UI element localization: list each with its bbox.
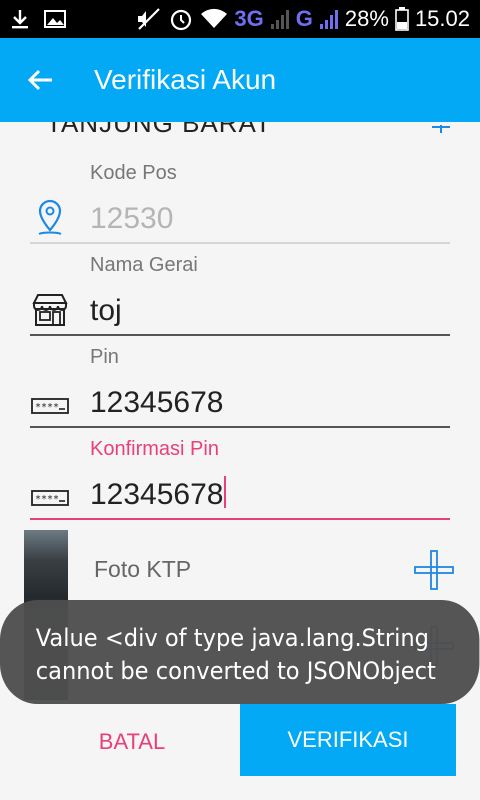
pin-field[interactable]: Pin **** 12345678	[30, 346, 450, 428]
confirm-pin-input[interactable]: 12345678	[90, 476, 227, 512]
mute-icon	[136, 7, 162, 31]
id-photo-label: Foto KTP	[94, 556, 192, 582]
store-name-underline	[30, 334, 450, 336]
action-bar: BATAL VERIFIKASI	[0, 700, 480, 800]
password-icon: ****	[30, 386, 70, 426]
battery-icon	[395, 7, 409, 31]
postal-code-field[interactable]: Kode Pos 12530	[30, 162, 450, 244]
store-name-input[interactable]: toj	[90, 294, 122, 328]
pin-underline	[30, 426, 450, 428]
pin-input[interactable]: 12345678	[90, 386, 223, 420]
plus-icon	[414, 550, 454, 590]
signal-icon	[270, 8, 290, 30]
svg-text:****: ****	[35, 494, 59, 505]
verify-button[interactable]: VERIFIKASI	[240, 704, 456, 776]
confirm-pin-label: Konfirmasi Pin	[90, 438, 219, 460]
network-g: G	[295, 6, 313, 31]
battery-percent: 28%	[344, 6, 389, 31]
page-title: Verifikasi Akun	[94, 64, 277, 95]
pin-label: Pin	[90, 346, 119, 368]
alarm-icon	[168, 6, 194, 32]
address-field-value: TANJUNG BARAT	[46, 122, 272, 138]
arrow-back-icon[interactable]	[28, 69, 54, 91]
text-cursor	[224, 476, 227, 508]
confirm-pin-field[interactable]: Konfirmasi Pin **** 12345678	[30, 438, 450, 520]
cancel-button[interactable]: BATAL	[40, 708, 224, 776]
signal-icon	[319, 8, 339, 30]
add-id-photo-button[interactable]	[414, 550, 454, 590]
status-bar: 3G G 28% 15.02	[0, 0, 480, 38]
location-pin-icon	[30, 198, 70, 238]
toast-line-2: cannot be converted to JSONObject	[35, 657, 436, 685]
postal-code-underline	[30, 242, 450, 244]
svg-text:****: ****	[35, 402, 59, 413]
download-icon	[10, 8, 30, 30]
network-3g: 3G	[234, 6, 264, 31]
confirm-pin-underline	[30, 518, 450, 520]
plus-icon[interactable]	[432, 122, 450, 140]
store-name-field[interactable]: Nama Gerai toj	[30, 254, 450, 336]
error-toast: Value <div of type java.lang.String cann…	[0, 600, 480, 704]
toast-line-1: Value <div of type java.lang.String	[35, 624, 429, 652]
confirm-pin-value: 12345678	[90, 478, 224, 511]
image-icon	[44, 9, 66, 29]
app-bar: Verifikasi Akun	[0, 38, 480, 122]
password-icon: ****	[30, 478, 70, 518]
postal-code-input[interactable]: 12530	[90, 202, 173, 236]
postal-code-label: Kode Pos	[90, 162, 177, 184]
wifi-icon	[200, 8, 228, 30]
store-name-label: Nama Gerai	[90, 254, 198, 276]
store-icon	[30, 290, 70, 330]
clock: 15.02	[414, 6, 470, 31]
